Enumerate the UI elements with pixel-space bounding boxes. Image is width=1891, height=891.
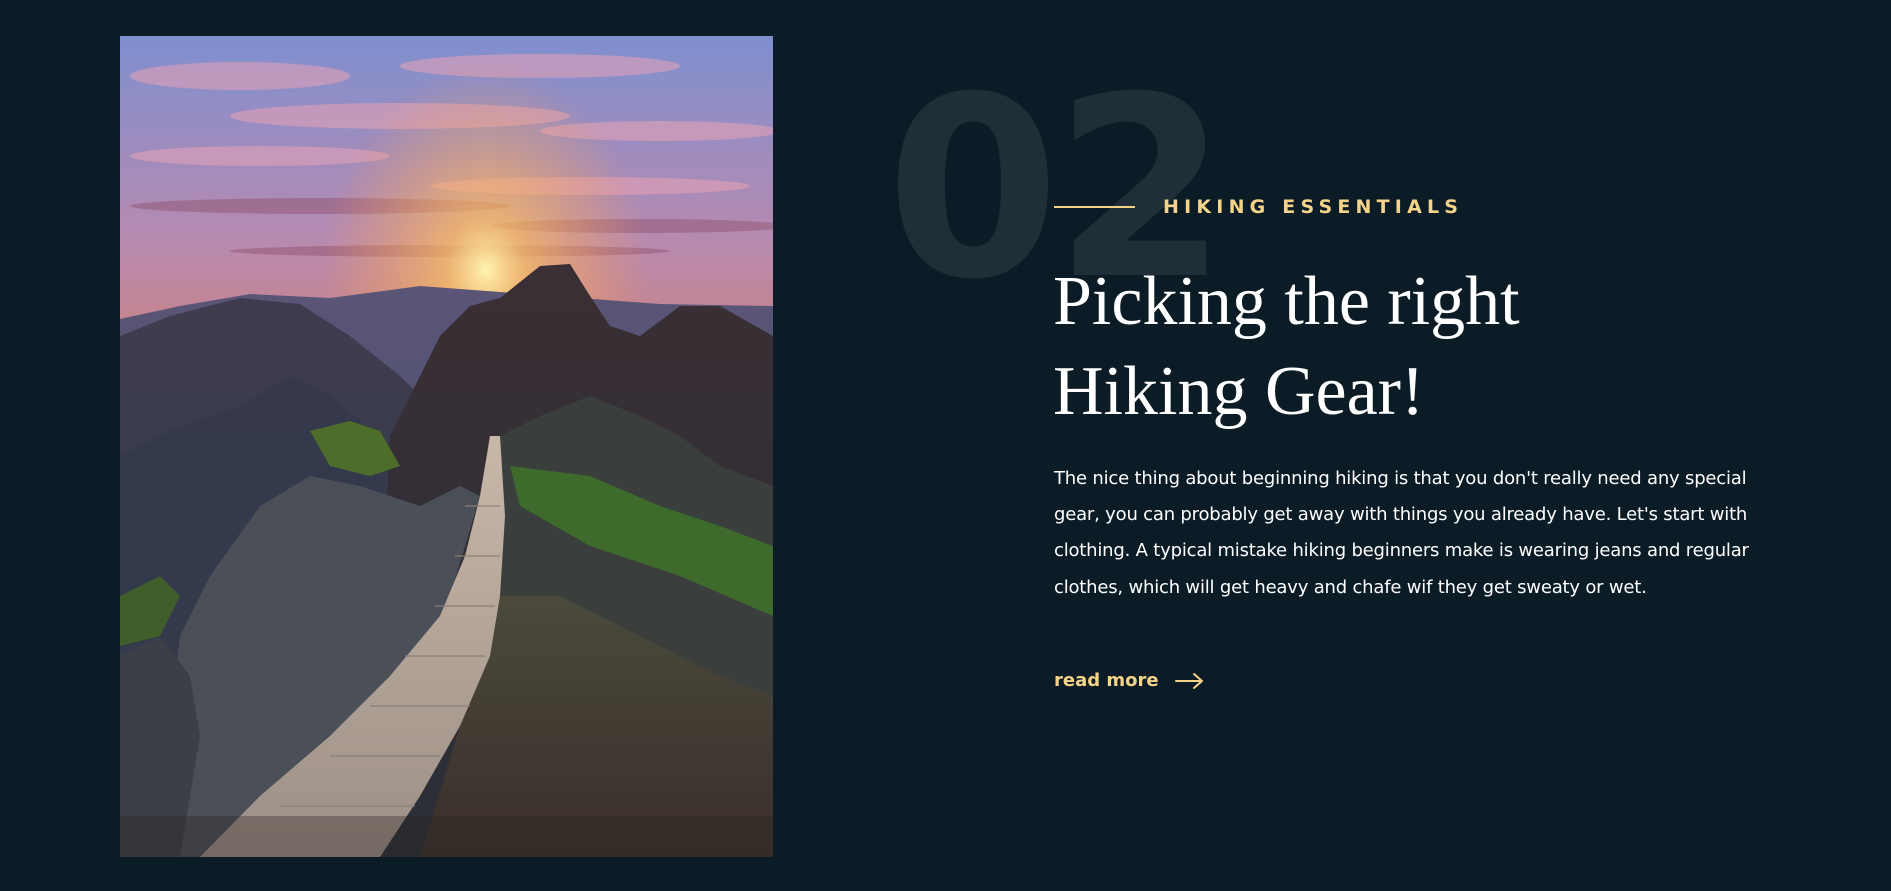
section-title-line-1: Picking the right (1053, 263, 1520, 340)
eyebrow-divider (1054, 206, 1135, 208)
eyebrow-label: HIKING ESSENTIALS (1163, 196, 1464, 218)
arrow-right-icon (1174, 672, 1203, 689)
section-title-line-2: Hiking Gear! (1053, 353, 1425, 430)
section-title: Picking the right Hiking Gear! (1053, 257, 1693, 437)
hero-photo (120, 36, 773, 857)
read-more-label: read more (1054, 670, 1159, 691)
section-body: The nice thing about beginning hiking is… (1054, 468, 1749, 598)
read-more-link[interactable]: read more (1054, 670, 1205, 691)
eyebrow: HIKING ESSENTIALS (1054, 196, 1463, 218)
